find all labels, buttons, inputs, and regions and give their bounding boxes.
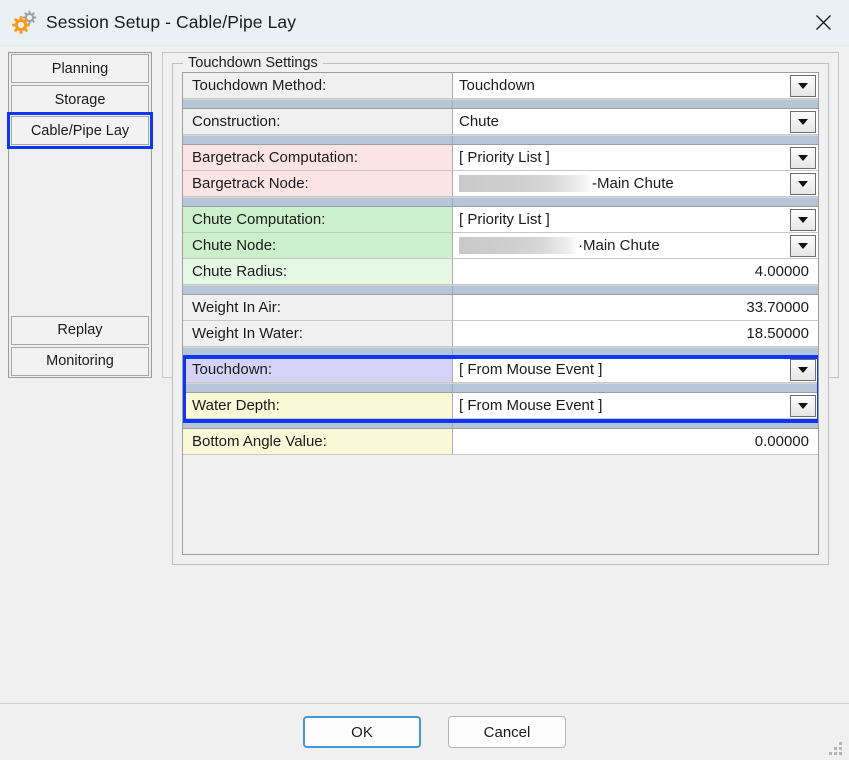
chevron-down-icon[interactable] — [790, 110, 816, 133]
dialog-body: Planning Storage Cable/Pipe Lay Replay Moni… — [0, 46, 849, 565]
session-setup-dialog: Session Setup - Cable/Pipe Lay Planning S… — [0, 0, 849, 760]
row-separator — [183, 347, 818, 357]
value-text: 0.00000 — [754, 433, 809, 450]
title-bar: Session Setup - Cable/Pipe Lay — [0, 0, 849, 46]
value-text: [ From Mouse Event ] — [459, 397, 603, 414]
touchdown-settings-group: Touchdown Settings Touchdown Method: Touc… — [172, 55, 829, 565]
sidebar-item-storage[interactable]: Storage — [11, 85, 149, 114]
dropdown-chute-node[interactable]: ·Main Chute — [453, 233, 818, 259]
dropdown-bargetrack-node[interactable]: -Main Chute — [453, 171, 818, 197]
sidebar-item-monitoring[interactable]: Monitoring — [11, 346, 149, 376]
sidebar-top-group: Planning Storage Cable/Pipe Lay — [7, 53, 153, 149]
sidebar-item-label: Cable/Pipe Lay — [30, 122, 130, 139]
redacted-text — [459, 175, 592, 193]
close-icon[interactable] — [797, 0, 849, 45]
ok-button[interactable]: OK — [303, 716, 421, 748]
table-row: Touchdown Method: Touchdown — [183, 73, 818, 99]
row-label-construction: Construction: — [183, 109, 453, 135]
row-label-water-depth: Water Depth: — [183, 393, 453, 419]
sidebar-item-label: Planning — [51, 60, 109, 77]
row-separator — [183, 135, 818, 145]
value-text: [ Priority List ] — [459, 211, 550, 228]
row-separator — [183, 197, 818, 207]
chevron-down-icon[interactable] — [790, 172, 816, 195]
sidebar-item-label: Replay — [57, 322, 103, 338]
table-row: Weight In Water: 18.50000 — [183, 321, 818, 347]
value-text: ·Main Chute — [459, 237, 660, 255]
value-text: [ Priority List ] — [459, 149, 550, 166]
gears-icon — [10, 10, 40, 36]
content-pane: Touchdown Settings Touchdown Method: Touc… — [162, 52, 839, 565]
group-legend: Touchdown Settings — [183, 55, 323, 71]
value-text: 33.70000 — [746, 299, 809, 316]
resize-grip[interactable] — [829, 742, 843, 756]
sidebar-item-planning[interactable]: Planning — [11, 54, 149, 83]
table-row: Bargetrack Computation: [ Priority List ] — [183, 145, 818, 171]
table-row: Water Depth: [ From Mouse Event ] — [183, 393, 818, 419]
value-field-bottom-angle-value[interactable]: 0.00000 — [453, 429, 818, 455]
dropdown-water-depth[interactable]: [ From Mouse Event ] — [453, 393, 818, 419]
chevron-down-icon[interactable] — [790, 74, 816, 97]
sidebar-bottom-group: Replay Monitoring — [9, 315, 151, 377]
sidebar-item-cable-pipe-lay[interactable]: Cable/Pipe Lay — [7, 112, 153, 149]
dropdown-chute-computation[interactable]: [ Priority List ] — [453, 207, 818, 233]
table-row: Touchdown: [ From Mouse Event ] — [183, 357, 818, 383]
dropdown-bargetrack-computation[interactable]: [ Priority List ] — [453, 145, 818, 171]
row-separator — [183, 383, 818, 393]
cancel-button[interactable]: Cancel — [448, 716, 566, 748]
chevron-down-icon[interactable] — [790, 146, 816, 169]
table-row: Weight In Air: 33.70000 — [183, 295, 818, 321]
table-row: Chute Node: ·Main Chute — [183, 233, 818, 259]
row-label-bargetrack-computation: Bargetrack Computation: — [183, 145, 453, 171]
value-field-weight-in-water[interactable]: 18.50000 — [453, 321, 818, 347]
value-text: [ From Mouse Event ] — [459, 361, 603, 378]
value-field-weight-in-air[interactable]: 33.70000 — [453, 295, 818, 321]
sidebar-item-label: Monitoring — [46, 353, 114, 369]
chevron-down-icon[interactable] — [790, 358, 816, 381]
row-label-chute-radius: Chute Radius: — [183, 259, 453, 285]
row-separator — [183, 419, 818, 429]
settings-grid: Touchdown Method: Touchdown Construction: C… — [182, 72, 819, 555]
table-row: Bottom Angle Value: 0.00000 — [183, 429, 818, 455]
row-label-bottom-angle-value: Bottom Angle Value: — [183, 429, 453, 455]
table-row: Construction: Chute — [183, 109, 818, 135]
row-label-touchdown: Touchdown: — [183, 357, 453, 383]
table-row: Chute Radius: 4.00000 — [183, 259, 818, 285]
dialog-footer: OK Cancel — [0, 703, 849, 760]
dropdown-touchdown-method[interactable]: Touchdown — [453, 73, 818, 99]
table-row: Bargetrack Node: -Main Chute — [183, 171, 818, 197]
row-separator — [183, 99, 818, 109]
sidebar-item-label: Storage — [54, 91, 106, 108]
chevron-down-icon[interactable] — [790, 234, 816, 257]
row-label-weight-in-air: Weight In Air: — [183, 295, 453, 321]
redacted-text — [459, 237, 578, 255]
value-text: 18.50000 — [746, 325, 809, 342]
row-label-touchdown-method: Touchdown Method: — [183, 73, 453, 99]
value-text: -Main Chute — [459, 175, 674, 193]
window-title: Session Setup - Cable/Pipe Lay — [46, 12, 297, 32]
value-text: Chute — [459, 113, 500, 130]
row-label-chute-node: Chute Node: — [183, 233, 453, 259]
value-text: Touchdown — [459, 77, 535, 94]
dropdown-construction[interactable]: Chute — [453, 109, 818, 135]
sidebar: Planning Storage Cable/Pipe Lay Replay Moni… — [7, 52, 153, 378]
row-label-chute-computation: Chute Computation: — [183, 207, 453, 233]
dropdown-touchdown[interactable]: [ From Mouse Event ] — [453, 357, 818, 383]
row-label-bargetrack-node: Bargetrack Node: — [183, 171, 453, 197]
chevron-down-icon[interactable] — [790, 208, 816, 231]
chevron-down-icon[interactable] — [790, 394, 816, 417]
row-label-weight-in-water: Weight In Water: — [183, 321, 453, 347]
row-separator — [183, 285, 818, 295]
value-field-chute-radius[interactable]: 4.00000 — [453, 259, 818, 285]
table-row: Chute Computation: [ Priority List ] — [183, 207, 818, 233]
value-text: 4.00000 — [754, 263, 809, 280]
sidebar-item-replay[interactable]: Replay — [11, 315, 149, 345]
